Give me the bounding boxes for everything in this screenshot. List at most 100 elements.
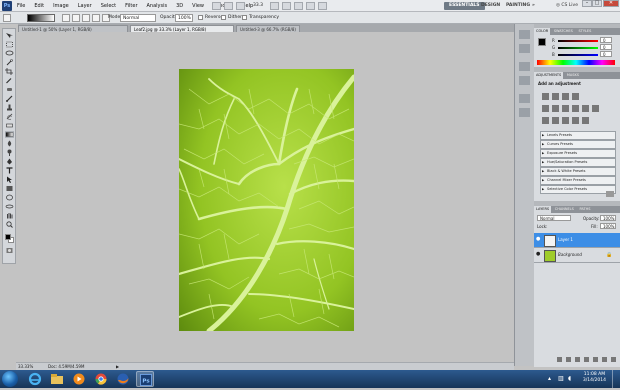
hand-icon[interactable] — [270, 2, 279, 10]
black-white-icon[interactable] — [572, 105, 579, 112]
new-adjustment-layer-icon[interactable] — [584, 356, 589, 362]
preset-black-white[interactable]: Black & White Presets — [540, 167, 616, 176]
layer-name[interactable]: Layer 1 — [558, 237, 573, 242]
posterize-icon[interactable] — [552, 117, 559, 124]
angle-gradient-icon[interactable] — [82, 14, 90, 22]
exposure-icon[interactable] — [572, 93, 579, 100]
menu-edit[interactable]: Edit — [34, 3, 44, 9]
field-b[interactable]: 0 — [600, 51, 612, 57]
volume-icon[interactable]: ◖ — [568, 375, 571, 382]
cs-live[interactable]: ◎ CS Live — [556, 2, 578, 10]
tool-preset-picker[interactable] — [3, 14, 11, 22]
3d-rotate-tool-icon[interactable] — [5, 194, 14, 201]
new-group-icon[interactable] — [593, 356, 598, 362]
brush-presets-icon[interactable] — [519, 62, 530, 71]
link-layers-icon[interactable] — [557, 356, 562, 362]
tray-chevron-icon[interactable]: ▴ — [548, 375, 551, 382]
maximize-button[interactable]: □ — [592, 0, 602, 7]
visibility-eye-icon[interactable]: ● — [536, 252, 541, 257]
quick-mask-icon[interactable] — [5, 247, 14, 254]
tab-masks[interactable]: MASKS — [565, 72, 581, 79]
rectangle-tool-icon[interactable] — [5, 185, 14, 192]
network-icon[interactable]: ▥ — [558, 375, 564, 382]
visibility-eye-icon[interactable]: ● — [536, 237, 541, 242]
minimize-button[interactable]: – — [582, 0, 592, 7]
brightness-contrast-icon[interactable] — [542, 93, 549, 100]
workspace-essentials[interactable]: ESSENTIALS — [444, 2, 485, 10]
menu-3d[interactable]: 3D — [176, 3, 183, 9]
tab-untitled-1[interactable]: Untitled-1 @ 50% (Layer 1, RGB/8) — [18, 25, 128, 32]
taskbar-clock[interactable]: 11:08 AM 3/14/2014 — [583, 372, 606, 384]
curves-icon[interactable] — [562, 93, 569, 100]
lasso-tool-icon[interactable] — [5, 50, 14, 57]
transparency-checkbox[interactable] — [242, 15, 247, 20]
threshold-icon[interactable] — [562, 117, 569, 124]
show-desktop-button[interactable] — [612, 370, 620, 388]
actions-panel-icon[interactable] — [519, 44, 530, 53]
slider-b[interactable] — [558, 54, 598, 56]
crop-tool-icon[interactable] — [5, 68, 14, 75]
tab-leaf2[interactable]: Leaf2.jpg @ 33.3% (Layer 1, RGB/8) — [130, 25, 234, 32]
return-adjustment-icon[interactable] — [606, 191, 614, 197]
layer-opacity-field[interactable]: 100% — [600, 215, 616, 221]
media-player-taskbar-icon[interactable] — [70, 371, 88, 387]
menu-layer[interactable]: Layer — [78, 3, 92, 9]
status-zoom[interactable]: 33.33% — [18, 364, 33, 369]
tab-layers[interactable]: LAYERS — [534, 206, 552, 213]
tab-paths[interactable]: PATHS — [577, 206, 592, 213]
workspace-painting[interactable]: PAINTING — [506, 2, 530, 10]
photo-filter-icon[interactable] — [582, 105, 589, 112]
quick-selection-tool-icon[interactable] — [5, 59, 14, 66]
zoom-level[interactable]: 33.3 — [253, 3, 263, 8]
eyedropper-tool-icon[interactable] — [5, 77, 14, 84]
status-arrow-icon[interactable]: ▶ — [116, 364, 122, 369]
arrange-documents-icon[interactable] — [306, 2, 315, 10]
foreground-background-colors[interactable] — [5, 234, 14, 243]
menu-analysis[interactable]: Analysis — [147, 3, 168, 9]
paragraph-panel-icon[interactable] — [519, 108, 530, 117]
levels-icon[interactable] — [552, 93, 559, 100]
tab-adjustments[interactable]: ADJUSTMENTS — [534, 72, 564, 79]
clone-stamp-tool-icon[interactable] — [5, 104, 14, 111]
invert-icon[interactable] — [542, 117, 549, 124]
foreground-color-swatch[interactable] — [5, 234, 11, 240]
channel-mixer-icon[interactable] — [592, 105, 599, 112]
hand-tool-icon[interactable] — [5, 212, 14, 219]
preset-selective-color[interactable]: Selective Color Presets — [540, 185, 616, 194]
preset-curves[interactable]: Curves Presets — [540, 140, 616, 149]
3d-orbit-tool-icon[interactable] — [5, 203, 14, 210]
field-g[interactable]: 0 — [600, 44, 612, 50]
preset-exposure[interactable]: Exposure Presets — [540, 149, 616, 158]
bridge-icon[interactable] — [212, 2, 221, 10]
linear-gradient-icon[interactable] — [62, 14, 70, 22]
more-workspaces[interactable]: » — [532, 2, 535, 10]
view-extras-icon[interactable] — [236, 2, 245, 10]
start-button-icon[interactable] — [2, 371, 18, 387]
layer-style-icon[interactable] — [566, 356, 571, 362]
close-button[interactable]: ✕ — [603, 0, 619, 7]
color-balance-icon[interactable] — [562, 105, 569, 112]
reverse-checkbox[interactable] — [198, 15, 203, 20]
brush-tool-icon[interactable] — [5, 95, 14, 102]
layer-row-layer-1[interactable]: ● Layer 1 — [534, 233, 620, 248]
explorer-taskbar-icon[interactable] — [48, 371, 66, 387]
tab-untitled-3[interactable]: Untitled-3 @ 66.7% (RGB/8) — [236, 25, 300, 32]
gradient-swatch[interactable] — [27, 14, 55, 22]
field-r[interactable]: 0 — [600, 37, 612, 43]
menu-select[interactable]: Select — [101, 3, 116, 9]
history-brush-tool-icon[interactable] — [5, 113, 14, 120]
photoshop-taskbar-icon[interactable]: Ps — [136, 371, 154, 387]
mini-bridge-icon[interactable] — [224, 2, 233, 10]
preset-channel-mixer[interactable]: Channel Mixer Presets — [540, 176, 616, 185]
character-panel-icon[interactable] — [519, 94, 530, 103]
menu-view[interactable]: View — [192, 3, 204, 9]
trash-icon[interactable] — [611, 356, 616, 362]
screen-mode-icon[interactable] — [318, 2, 327, 10]
clone-source-icon[interactable] — [519, 76, 530, 85]
tab-swatches[interactable]: SWATCHES — [552, 28, 575, 35]
blend-mode-select[interactable]: Normal — [537, 215, 571, 221]
eraser-tool-icon[interactable] — [5, 122, 14, 129]
layer-row-background[interactable]: ● Background 🔒 — [534, 248, 620, 263]
tab-color[interactable]: COLOR — [534, 28, 551, 35]
fill-field[interactable]: 100% — [600, 223, 616, 229]
